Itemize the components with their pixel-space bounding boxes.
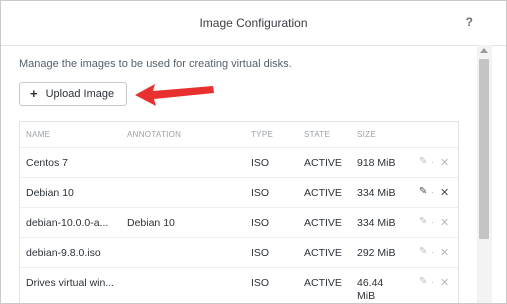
edit-pencil-icon[interactable]: ✎ [419, 156, 427, 167]
table-row[interactable]: Debian 10 ISO ACTIVE 334 MiB ✎ · ✕ [20, 177, 458, 208]
dialog-header: Image Configuration ? [1, 1, 506, 46]
cell-name: Drives virtual win... [26, 277, 115, 289]
table-row[interactable]: Centos 7 ISO ACTIVE 918 MiB ✎ · ✕ [20, 147, 458, 178]
cell-name: Debian 10 [26, 187, 74, 199]
edit-pencil-icon[interactable]: ✎ [419, 246, 427, 257]
edit-pencil-icon[interactable]: ✎ [419, 216, 427, 227]
cell-size: 292 MiB [357, 247, 396, 259]
upload-image-button[interactable]: + Upload Image [19, 82, 127, 106]
column-header-annotation[interactable]: ANNOTATION [127, 130, 181, 139]
cell-state: ACTIVE [304, 277, 342, 289]
cell-annotation: Debian 10 [127, 217, 175, 229]
cell-type: ISO [251, 217, 270, 229]
delete-close-icon[interactable]: ✕ [440, 156, 449, 169]
action-separator: · [431, 157, 434, 167]
cell-state: ACTIVE [304, 247, 342, 259]
action-separator: · [431, 217, 434, 227]
column-header-size[interactable]: SIZE [357, 130, 376, 139]
cell-state: ACTIVE [304, 157, 342, 169]
cell-type: ISO [251, 157, 270, 169]
cell-name: debian-9.8.0.iso [26, 247, 101, 259]
scrollbar-thumb[interactable] [479, 59, 489, 239]
cell-name: Centos 7 [26, 157, 69, 169]
cell-name: debian-10.0.0-a... [26, 217, 109, 229]
delete-close-icon[interactable]: ✕ [440, 246, 449, 259]
action-separator: · [431, 187, 434, 197]
cell-type: ISO [251, 247, 270, 259]
image-configuration-dialog: Image Configuration ? Manage the images … [0, 0, 507, 304]
delete-close-icon[interactable]: ✕ [440, 216, 449, 229]
description-text: Manage the images to be used for creatin… [19, 58, 292, 70]
cell-size: 918 MiB [357, 157, 396, 169]
column-header-name[interactable]: NAME [26, 130, 50, 139]
dialog-title: Image Configuration [199, 16, 308, 30]
table-row[interactable]: debian-9.8.0.iso ISO ACTIVE 292 MiB ✎ · ✕ [20, 237, 458, 268]
scroll-up-arrow-icon[interactable] [480, 48, 488, 53]
cell-size-unit: MiB [357, 290, 376, 302]
cell-type: ISO [251, 277, 270, 289]
cell-size: 334 MiB [357, 187, 396, 199]
upload-image-label: Upload Image [45, 88, 115, 100]
delete-close-icon[interactable]: ✕ [440, 276, 449, 289]
cell-type: ISO [251, 187, 270, 199]
cell-size: 46.44 [357, 277, 384, 289]
plus-icon: + [30, 86, 38, 101]
red-arrow-annotation-icon [135, 84, 214, 106]
cell-state: ACTIVE [304, 187, 342, 199]
table-row[interactable]: debian-10.0.0-a... Debian 10 ISO ACTIVE 334 … [20, 207, 458, 238]
edit-pencil-icon[interactable]: ✎ [419, 276, 427, 287]
table-row[interactable]: Drives virtual win... ISO ACTIVE 46.44 MiB ✎ ·… [20, 267, 458, 302]
cell-state: ACTIVE [304, 217, 342, 229]
delete-close-icon[interactable]: ✕ [440, 186, 449, 199]
column-header-type[interactable]: TYPE [251, 130, 273, 139]
column-header-state[interactable]: STATE [304, 130, 330, 139]
action-separator: · [431, 277, 434, 287]
action-separator: · [431, 247, 434, 257]
cell-size: 334 MiB [357, 217, 396, 229]
help-button[interactable]: ? [466, 15, 473, 29]
images-table: NAME ANNOTATION TYPE STATE SIZE Centos 7… [19, 121, 459, 303]
edit-pencil-icon[interactable]: ✎ [419, 186, 427, 197]
